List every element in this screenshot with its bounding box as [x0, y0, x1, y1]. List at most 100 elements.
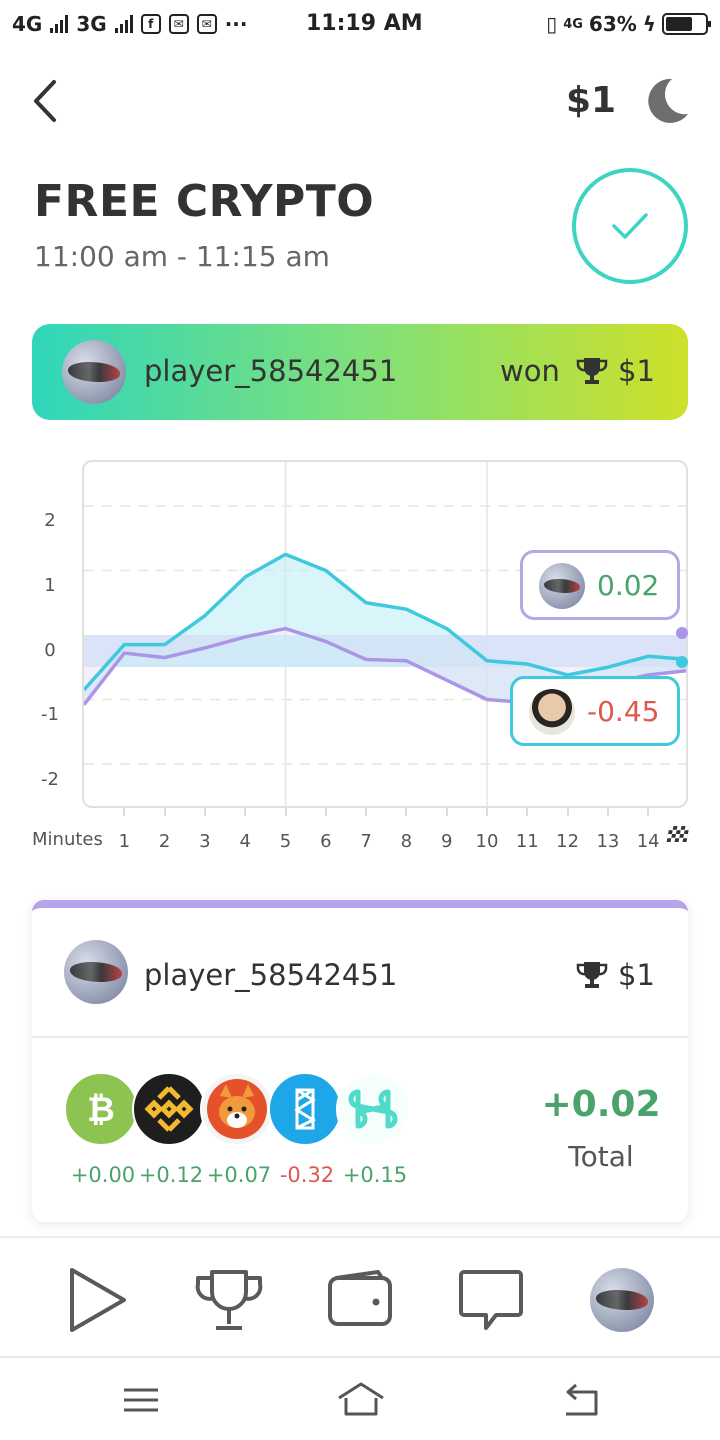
x-tick-mark: [526, 808, 529, 816]
contest-status-badge: [572, 168, 688, 284]
facebook-icon: f: [140, 14, 161, 34]
harmony-icon: [336, 1072, 410, 1146]
player-card[interactable]: player_58542451 $1 ₿ +0.00 +0.12 +0.07 -…: [32, 900, 688, 1222]
x-tick-mark: [606, 808, 609, 816]
player-prize: $1: [618, 958, 655, 992]
shiba-inu-icon: [200, 1072, 274, 1146]
chat-icon: [459, 1270, 523, 1330]
contest-title: FREE CRYPTO: [34, 176, 375, 227]
theme-toggle-button[interactable]: [640, 76, 690, 126]
x-axis-label: Minutes: [32, 829, 103, 850]
x-tick-mark: [365, 808, 368, 816]
bottom-navigation: [0, 1236, 720, 1358]
chevron-left-icon: [34, 80, 56, 122]
coin-change-value: +0.15: [342, 1163, 408, 1187]
coin-change-value: +0.07: [206, 1163, 272, 1187]
moon-icon: [648, 78, 688, 123]
lte-label: 4G: [563, 16, 583, 32]
x-tick-mark: [244, 808, 247, 816]
opponent-score-callout: -0.45: [510, 676, 680, 746]
won-label: won: [500, 354, 560, 388]
x-tick-mark: [647, 808, 650, 816]
contest-time-range: 11:00 am - 11:15 am: [34, 240, 330, 273]
system-back-button[interactable]: [556, 1380, 606, 1420]
x-tick-mark: [445, 808, 448, 816]
system-home-button[interactable]: [336, 1380, 386, 1420]
x-tick-mark: [163, 808, 166, 816]
y-tick-label: 1: [44, 575, 56, 596]
x-tick-mark: [486, 808, 488, 816]
x-tick-label: 13: [596, 831, 620, 852]
x-tick-label: 10: [475, 831, 499, 852]
x-tick-mark: [123, 808, 126, 816]
menu-icon: [124, 1388, 158, 1412]
x-tick-label: 4: [239, 831, 251, 852]
x-tick-mark: [284, 808, 287, 816]
score-chart-plot: [84, 462, 686, 806]
y-tick-label: 0: [44, 640, 56, 661]
battery-icon: [662, 13, 711, 35]
total-score-value: +0.02: [541, 1084, 661, 1125]
winner-banner: player_58542451 won $1: [32, 324, 688, 420]
x-tick-mark: [203, 808, 206, 816]
play-icon: [70, 1268, 126, 1332]
fantom-icon: [268, 1072, 342, 1146]
home-icon: [338, 1382, 384, 1416]
back-button[interactable]: [28, 78, 68, 124]
x-tick-mark: [405, 808, 408, 816]
battery-percent: 63%: [588, 12, 637, 36]
y-tick-label: -2: [41, 769, 59, 790]
divider: [32, 1036, 688, 1038]
status-bar: 4G 3G f ✉ ✉ ··· 11:19 AM ▯ 4G 63% ϟ: [0, 0, 720, 50]
y-tick-label: -1: [41, 704, 59, 725]
mail-icon: ✉: [168, 14, 189, 34]
nav-wallet-button[interactable]: [326, 1266, 396, 1336]
status-left: 4G 3G f ✉ ✉ ···: [12, 12, 247, 36]
nav-trophy-button[interactable]: [194, 1266, 264, 1336]
x-tick-label: 14: [636, 831, 660, 852]
bitcoin-cash-icon: ₿: [64, 1072, 138, 1146]
player-name: player_58542451: [144, 958, 398, 992]
coin-change-value: -0.32: [279, 1163, 335, 1187]
trophy-icon: [195, 1270, 263, 1330]
status-right: ▯ 4G 63% ϟ: [546, 12, 711, 36]
x-tick-label: 11: [515, 831, 539, 852]
x-tick-label: 8: [400, 831, 413, 852]
x-tick-label: 5: [279, 831, 292, 852]
x-tick-label: 1: [118, 831, 131, 852]
x-tick-mark: [324, 808, 327, 816]
svg-text:₿: ₿: [87, 1090, 115, 1130]
opponent-avatar: [529, 689, 575, 735]
winner-name: player_58542451: [144, 354, 398, 388]
system-menu-button[interactable]: [116, 1380, 166, 1420]
clock: 11:19 AM: [306, 11, 423, 36]
mail-icon-2: ✉: [196, 14, 217, 34]
nav-profile-avatar[interactable]: [590, 1268, 654, 1332]
x-tick-label: 12: [556, 831, 580, 852]
binance-coin-icon: [132, 1072, 206, 1146]
trophy-icon: [576, 962, 608, 988]
x-tick-label: 2: [158, 831, 171, 852]
score-chart: [82, 460, 688, 808]
x-tick-mark: [566, 808, 569, 816]
nav-play-button[interactable]: [64, 1266, 134, 1336]
y-tick-label: 2: [44, 510, 56, 531]
trophy-icon: [576, 358, 608, 384]
x-tick-label: 9: [440, 831, 453, 852]
player-avatar: [64, 940, 128, 1004]
wallet-icon: [328, 1270, 392, 1326]
x-tick-label: 6: [320, 831, 332, 852]
vibrate-icon: ▯: [546, 12, 558, 36]
more-notifications-icon: ···: [224, 12, 248, 36]
charging-icon: ϟ: [642, 12, 656, 36]
nav-chat-button[interactable]: [456, 1266, 526, 1336]
signal-icon-2: [114, 15, 133, 33]
winner-avatar: [62, 340, 126, 404]
balance-label: $1: [566, 80, 617, 121]
network-type-label-2: 3G: [76, 12, 107, 36]
winner-prize: $1: [618, 354, 655, 388]
player-score-callout: 0.02: [520, 550, 680, 620]
opponent-line-end-dot: [676, 656, 688, 668]
system-navigation: [0, 1360, 720, 1440]
x-tick-label: 7: [360, 831, 372, 852]
